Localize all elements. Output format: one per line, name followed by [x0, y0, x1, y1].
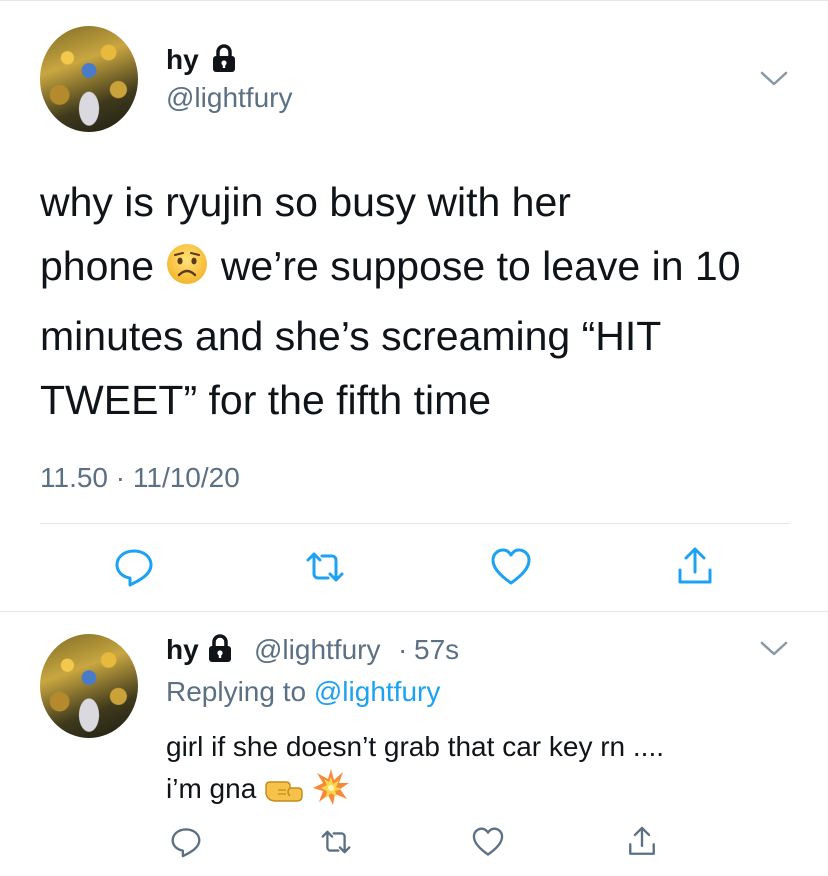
divider: [0, 611, 828, 612]
separator-dot: ·: [398, 634, 408, 665]
author-handle[interactable]: @lightfury: [166, 82, 292, 114]
reply-author-handle[interactable]: @lightfury: [254, 634, 380, 666]
worried-face-icon: [165, 240, 209, 304]
tweet-text-line: why is ryujin so busy with her: [40, 179, 571, 225]
lock-icon: [206, 634, 234, 669]
collision-icon: [312, 768, 350, 818]
replying-to-link[interactable]: @lightfury: [314, 676, 440, 707]
heart-icon[interactable]: [488, 544, 534, 590]
tweet-text-segment: phone: [40, 243, 155, 289]
lock-icon: [210, 44, 238, 79]
avatar[interactable]: [40, 26, 138, 132]
tweet-text-line: TWEET” for the fifth time: [40, 377, 492, 423]
share-icon[interactable]: [672, 544, 718, 590]
reply-text: girl if she doesn’t grab that car key rn…: [166, 726, 786, 818]
divider: [40, 523, 790, 524]
tweet-text-line: phone we’re suppose to leave in 10: [40, 234, 800, 304]
retweet-icon[interactable]: [318, 824, 354, 860]
top-border: [0, 0, 828, 1]
chevron-down-icon[interactable]: [760, 640, 788, 663]
share-icon[interactable]: [624, 824, 660, 860]
reply-age[interactable]: 57s: [414, 634, 459, 666]
retweet-icon[interactable]: [302, 544, 348, 590]
tweet-text: why is ryujin so busy with her phone we’…: [40, 170, 800, 432]
chevron-down-icon[interactable]: [760, 70, 788, 93]
avatar[interactable]: [40, 634, 138, 738]
replying-to-label: Replying to: [166, 676, 307, 707]
reply-author-name[interactable]: hy: [166, 634, 199, 666]
reply-icon[interactable]: [111, 544, 157, 590]
reply-text-segment: i’m gna: [166, 773, 257, 804]
replying-to: Replying to @lightfury: [166, 676, 440, 708]
tweet-text-line: minutes and she’s screaming “HIT: [40, 313, 662, 359]
reply-text-line: i’m gna: [166, 768, 786, 818]
reply-icon[interactable]: [168, 824, 204, 860]
left-facing-fist-icon: [264, 776, 304, 818]
heart-icon[interactable]: [470, 824, 506, 860]
tweet-timestamp[interactable]: 11.50 · 11/10/20: [40, 462, 240, 494]
tweet-text-segment: we’re suppose to leave in 10: [220, 243, 741, 289]
author-name[interactable]: hy: [166, 44, 199, 76]
reply-text-line: girl if she doesn’t grab that car key rn…: [166, 731, 665, 762]
